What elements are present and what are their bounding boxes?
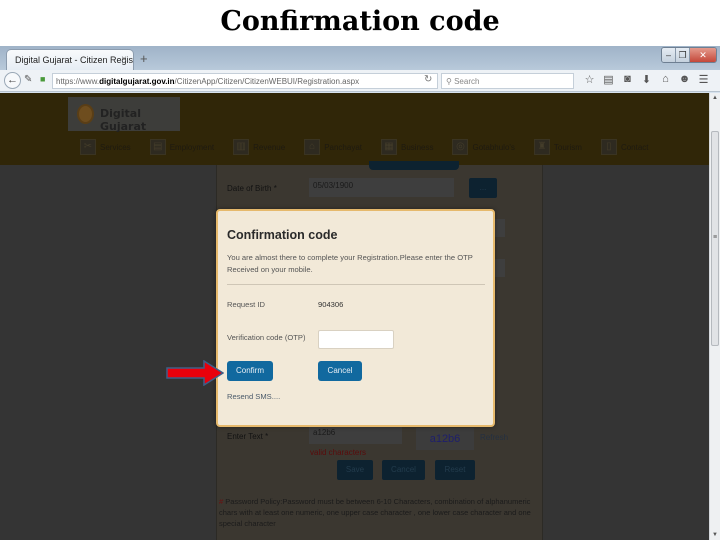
browser-tab[interactable]: Digital Gujarat - Citizen Registr... × <box>6 49 134 70</box>
confirmation-dialog: Confirmation code You are almost there t… <box>216 209 495 427</box>
refresh-captcha-link[interactable]: Refresh <box>480 433 508 442</box>
save-button[interactable]: Save <box>337 460 373 480</box>
search-icon: ⚲ <box>446 77 455 86</box>
tab-title: Digital Gujarat - Citizen Registr... <box>15 55 134 65</box>
menu-item-contact[interactable]: ▯ Contact <box>600 139 649 155</box>
url-path: /CitizenApp/Citizen/CitizenWEBUI/Registr… <box>174 77 360 86</box>
validation-error: valid characters <box>310 448 367 457</box>
new-tab-button[interactable]: + <box>140 51 148 66</box>
gotabhulo-icon: ◎ <box>452 139 469 155</box>
captcha-input[interactable]: a12b6 <box>309 425 402 444</box>
site-header: Digital Gujarat ✂ Services ▤ Employment ▥ R… <box>0 93 709 165</box>
otp-input[interactable] <box>318 330 394 349</box>
resend-sms-link[interactable]: Resend SMS.... <box>227 392 280 401</box>
menu-label: Business <box>401 142 434 152</box>
menu-item-employment[interactable]: ▤ Employment <box>149 139 215 155</box>
downloads-icon[interactable]: ⬇ <box>637 73 656 86</box>
bookmark-star-icon[interactable]: ☆ <box>580 73 599 86</box>
site-logo[interactable]: Digital Gujarat <box>68 97 180 133</box>
site-menu: ✂ Services ▤ Employment ▥ Revenue ⌂ Panchaya… <box>80 139 668 155</box>
menu-icon[interactable]: ☰ <box>694 73 713 86</box>
captcha-label: Enter Text * <box>227 432 269 441</box>
slide-title: Confirmation code <box>220 6 500 37</box>
menu-label: Panchayat <box>324 142 362 152</box>
home-icon[interactable]: ⌂ <box>656 73 675 86</box>
back-arrow-icon[interactable]: ← <box>4 72 21 89</box>
menu-label: Gotabhulo's <box>472 142 515 152</box>
dialog-divider <box>227 284 485 285</box>
navigation-bar: ← ✎ ■ https://www.digitalgujarat.gov.in/… <box>0 70 720 92</box>
dob-picker-button[interactable]: ... <box>469 178 497 198</box>
menu-label: Revenue <box>253 142 286 152</box>
dialog-title: Confirmation code <box>227 228 338 242</box>
menu-item-gotabhulo[interactable]: ◎ Gotabhulo's <box>452 139 515 155</box>
menu-label: Employment <box>169 142 215 152</box>
tab-strip: Digital Gujarat - Citizen Registr... × +… <box>0 46 720 70</box>
request-id-label: Request ID <box>227 300 265 309</box>
reset-button[interactable]: Reset <box>435 460 475 480</box>
policy-text: Password Policy:Password must be between… <box>219 497 531 528</box>
site-identity-icon[interactable]: ✎ <box>24 74 32 85</box>
contact-icon: ▯ <box>600 139 617 155</box>
revenue-icon: ▥ <box>233 139 250 155</box>
search-box[interactable]: ⚲ Search <box>441 73 574 89</box>
tab-close-icon[interactable]: × <box>121 54 127 65</box>
reading-list-icon[interactable]: ▤ <box>599 73 618 86</box>
menu-item-panchayat[interactable]: ⌂ Panchayat <box>304 139 362 155</box>
grip-icon: ≡ <box>713 234 718 241</box>
dob-input[interactable]: 05/03/1900 <box>309 178 454 197</box>
url-prefix: https://www. <box>56 77 100 86</box>
scroll-down-icon[interactable]: ▼ <box>712 532 718 538</box>
pocket-icon[interactable]: ◙ <box>618 73 637 86</box>
services-icon: ✂ <box>80 139 96 155</box>
close-window-button[interactable]: ✕ <box>690 48 716 62</box>
password-policy: # Password Policy:Password must be betwe… <box>219 496 537 529</box>
minimize-button[interactable]: – <box>662 48 676 62</box>
employment-icon: ▤ <box>149 139 166 155</box>
business-icon: ▦ <box>381 139 397 155</box>
arrow-shape <box>166 360 224 386</box>
lock-icon: ■ <box>40 74 46 84</box>
vertical-scrollbar[interactable]: ▲ ≡ ▼ <box>709 93 720 540</box>
url-domain: digitalgujarat.gov.in <box>99 77 175 86</box>
hello-icon[interactable]: ☻ <box>675 73 694 86</box>
pointer-arrow-annotation <box>166 360 224 386</box>
cancel-button[interactable]: Cancel <box>318 361 362 381</box>
panchayat-icon: ⌂ <box>304 139 321 155</box>
tourism-icon: ♜ <box>533 139 550 155</box>
scrollbar-thumb[interactable]: ≡ <box>711 131 719 346</box>
address-bar[interactable]: https://www.digitalgujarat.gov.in/Citize… <box>52 73 438 89</box>
maximize-button[interactable]: ❐ <box>676 48 690 62</box>
menu-label: Tourism <box>553 142 582 152</box>
form-top-button[interactable] <box>369 161 459 170</box>
menu-item-revenue[interactable]: ▥ Revenue <box>233 139 285 155</box>
dialog-message: You are almost there to complete your Re… <box>227 253 473 274</box>
logo-emblem-icon <box>77 104 94 124</box>
menu-item-business[interactable]: ▦ Business <box>381 139 433 155</box>
toolbar-icons: ☆ ▤ ◙ ⬇ ⌂ ☻ ☰ <box>580 73 713 86</box>
menu-item-services[interactable]: ✂ Services <box>80 139 131 155</box>
otp-label: Verification code (OTP) <box>227 333 306 342</box>
request-id-value: 904306 <box>318 300 344 309</box>
reload-icon[interactable]: ↻ <box>424 74 432 85</box>
window-controls: – ❐ ✕ <box>661 47 717 63</box>
logo-text: Digital Gujarat <box>100 107 147 133</box>
confirm-button[interactable]: Confirm <box>227 361 273 381</box>
menu-item-tourism[interactable]: ♜ Tourism <box>533 139 582 155</box>
menu-label: Contact <box>620 142 649 152</box>
search-placeholder: Search <box>454 77 480 86</box>
captcha-image: a12b6 <box>416 428 474 450</box>
dob-label: Date of Birth * <box>227 184 277 193</box>
menu-label: Services <box>100 142 131 152</box>
form-cancel-button[interactable]: Cancel <box>382 460 425 480</box>
scroll-up-icon[interactable]: ▲ <box>712 95 718 101</box>
